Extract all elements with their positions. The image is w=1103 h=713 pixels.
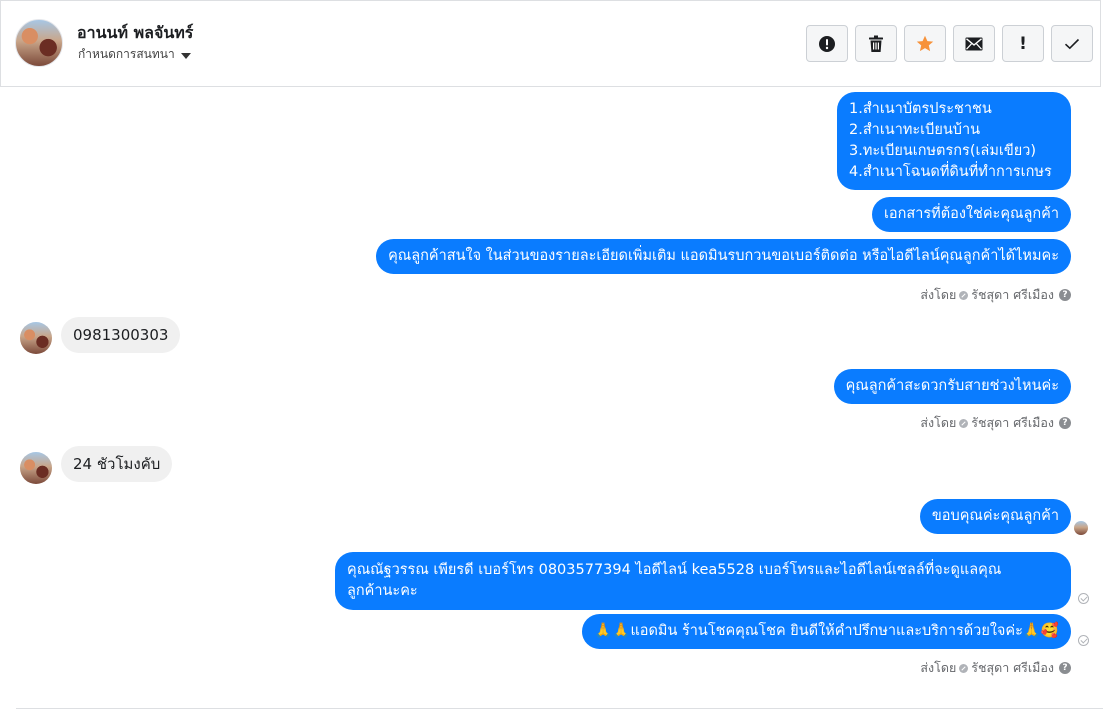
conversation-header: อานนท์ พลจันทร์ กำหนดการสนทนา ! (0, 0, 1101, 87)
mark-important-button[interactable]: ! (1002, 25, 1044, 62)
mark-unread-button[interactable] (953, 25, 995, 62)
delivered-check-icon (1078, 635, 1089, 646)
composer-divider (16, 708, 1103, 713)
assign-label: กำหนดการสนทนา (78, 47, 175, 61)
message-line: 3.ทะเบียนเกษตรกร(เล่มเขียว) (849, 143, 1037, 159)
agent-name: รัชสุดา ศรีเมือง (971, 287, 1054, 302)
alert-icon (819, 35, 835, 52)
star-button[interactable] (904, 25, 946, 62)
sent-by-info: ส่งโดย รัชสุดา ศรีเมือง ? (920, 413, 1071, 433)
sent-by-label: ส่งโดย (920, 287, 957, 302)
sent-by-info: ส่งโดย รัชสุดา ศรีเมือง ? (920, 285, 1071, 305)
mark-spam-button[interactable] (806, 25, 848, 62)
conversation-toolbar: ! (806, 25, 1093, 62)
help-icon[interactable]: ? (1059, 662, 1071, 674)
outgoing-message: 1.สำเนาบัตรประชาชน 2.สำเนาทะเบียนบ้าน 3.… (837, 92, 1071, 190)
message-line: 1.สำเนาบัตรประชาชน (849, 101, 992, 117)
trash-icon (869, 35, 883, 52)
agent-name: รัชสุดา ศรีเมือง (971, 660, 1054, 675)
assign-conversation-dropdown[interactable]: กำหนดการสนทนา (78, 45, 191, 64)
help-icon[interactable]: ? (1059, 417, 1071, 429)
outgoing-message: ขอบคุณค่ะคุณลูกค้า (919, 499, 1071, 534)
outgoing-message: เอกสารที่ต้องใช่ค่ะคุณลูกค้า (871, 197, 1071, 232)
incoming-message: 0981300303 (61, 317, 181, 353)
exclamation-icon: ! (1019, 33, 1027, 54)
message-line: 4.สำเนาโฉนดที่ดินที่ทำการเกษร (849, 164, 1052, 180)
contact-avatar[interactable] (15, 19, 63, 67)
outgoing-message: คุณลูกค้าสนใจ ในส่วนของรายละเอียดเพิ่มเต… (376, 239, 1071, 274)
message-thread[interactable]: 1.สำเนาบัตรประชาชน 2.สำเนาทะเบียนบ้าน 3.… (0, 88, 1103, 712)
contact-name[interactable]: อานนท์ พลจันทร์ (77, 21, 193, 46)
delete-button[interactable] (855, 25, 897, 62)
outgoing-message: คุณลูกค้าสะดวกรับสายช่วงไหนค่ะ (833, 369, 1071, 404)
message-line: 2.สำเนาทะเบียนบ้าน (849, 122, 981, 138)
contact-avatar-small (20, 322, 52, 354)
verified-icon (959, 290, 969, 300)
message-line: คุณณัฐวรรณ เพียรดี เบอร์โทร 0803577394 ไ… (347, 562, 1002, 578)
sent-by-label: ส่งโดย (920, 660, 957, 675)
star-icon (916, 35, 934, 51)
help-icon[interactable]: ? (1059, 289, 1071, 301)
verified-icon (959, 663, 969, 673)
outgoing-message: คุณณัฐวรรณ เพียรดี เบอร์โทร 0803577394 ไ… (335, 552, 1071, 610)
agent-name: รัชสุดา ศรีเมือง (971, 415, 1054, 430)
verified-icon (959, 418, 969, 428)
outgoing-message: 🙏🙏แอดมิน ร้านโชคคุณโชค ยินดีให้คำปรึกษาแ… (582, 614, 1071, 649)
delivered-check-icon (1078, 593, 1089, 604)
mail-icon (965, 37, 983, 50)
caret-down-icon (180, 52, 191, 59)
mark-done-button[interactable] (1051, 25, 1093, 62)
seen-avatar (1074, 521, 1088, 535)
incoming-message: 24 ชัวโมงคับ (61, 446, 173, 482)
message-line: ลูกค้านะคะ (347, 583, 418, 599)
check-icon (1064, 38, 1080, 49)
sent-by-label: ส่งโดย (920, 415, 957, 430)
contact-avatar-small (20, 452, 52, 484)
sent-by-info: ส่งโดย รัชสุดา ศรีเมือง ? (920, 658, 1071, 678)
